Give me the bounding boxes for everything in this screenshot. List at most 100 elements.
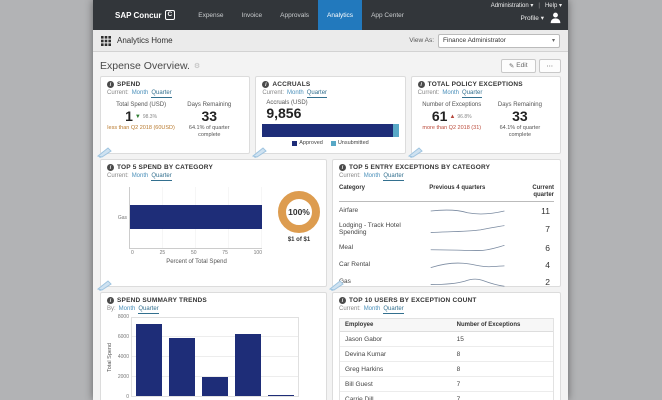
- entry-exceptions-table: Category Previous 4 quarters Current quar…: [339, 185, 554, 290]
- trend-bar[interactable]: [201, 377, 228, 396]
- table-row[interactable]: Devina Kumar 8: [340, 347, 553, 362]
- filter-month[interactable]: Month: [364, 173, 381, 179]
- filter-quarter[interactable]: Quarter: [383, 173, 404, 181]
- by-label: By:: [107, 306, 116, 312]
- table-row[interactable]: Jason Gabor 15: [340, 332, 553, 347]
- menu-divider: |: [538, 2, 540, 9]
- filter-quarter[interactable]: Quarter: [383, 306, 404, 314]
- filter-quarter[interactable]: Quarter: [138, 306, 159, 314]
- exceptions-count-label: Number of Exceptions: [422, 102, 482, 108]
- current-label: Current:: [107, 173, 129, 179]
- view-as-dropdown[interactable]: Finance Administrator ▾: [438, 33, 560, 48]
- accruals-stacked-bar: [262, 124, 399, 137]
- employee-cell: Greg Harkins: [345, 365, 384, 373]
- table-row[interactable]: Carrie Dill 7: [340, 392, 553, 400]
- nav-item-invoice[interactable]: Invoice: [233, 0, 272, 30]
- x-tick: 50: [190, 250, 197, 256]
- panel-title: ACCRUALS: [272, 81, 311, 88]
- chevron-down-icon: ▾: [551, 38, 555, 44]
- info-icon[interactable]: i: [417, 81, 425, 88]
- top-users-panel: i TOP 10 USERS BY EXCEPTION COUNT Curren…: [332, 292, 561, 400]
- info-icon[interactable]: i: [107, 81, 114, 88]
- info-icon[interactable]: i: [339, 297, 346, 304]
- filter-quarter[interactable]: Quarter: [306, 90, 328, 98]
- chevron-down-icon: ▾: [540, 14, 544, 22]
- panel-title: SPEND: [117, 81, 141, 88]
- profile-menu[interactable]: Profile ▾: [520, 14, 544, 22]
- annotation-icon: [407, 147, 423, 158]
- value-cell: 8: [456, 365, 461, 373]
- filter-month[interactable]: Month: [364, 306, 381, 312]
- filter-month[interactable]: Month: [442, 90, 459, 96]
- table-row[interactable]: Car Rental 4: [339, 256, 554, 273]
- ellipsis-icon: ⋯: [546, 62, 554, 70]
- category-bar[interactable]: [130, 205, 262, 229]
- legend-approved: Approved: [299, 140, 323, 146]
- dashboard-content: Expense Overview. ⚙ ✎ Edit ⋯ i SPEND Cur…: [93, 52, 568, 400]
- chevron-down-icon: ▾: [558, 3, 562, 9]
- exceptions-comparison-note: more than Q2 2018 (31): [422, 125, 482, 131]
- trend-bar[interactable]: [135, 323, 162, 396]
- nav-item-expense[interactable]: Expense: [189, 0, 232, 30]
- column-header: Previous 4 quarters: [429, 185, 486, 191]
- table-row[interactable]: Meal 6: [339, 239, 554, 256]
- table-row[interactable]: Lodging - Track Hotel Spending 7: [339, 219, 554, 239]
- administration-menu[interactable]: Administration ▾: [491, 2, 534, 9]
- entry-exceptions-panel: i TOP 5 ENTRY EXCEPTIONS BY CATEGORY Cur…: [328, 159, 561, 291]
- filter-quarter[interactable]: Quarter: [151, 173, 172, 181]
- annotation-icon: [328, 280, 344, 291]
- user-avatar-icon[interactable]: [549, 11, 562, 24]
- accruals-value: 9,856: [266, 105, 302, 121]
- column-header: Employee: [345, 322, 374, 328]
- column-header: Category: [339, 185, 366, 191]
- y-tick: 0: [126, 394, 129, 400]
- help-menu[interactable]: Help ▾: [545, 2, 562, 9]
- exceptions-delta-pct: 96.8%: [457, 113, 472, 120]
- filter-quarter[interactable]: Quarter: [462, 90, 483, 98]
- nav-item-analytics[interactable]: Analytics: [318, 0, 363, 30]
- filter-month[interactable]: Month: [132, 173, 149, 179]
- days-remaining-value: 33: [201, 108, 218, 124]
- total-spend-value: 1: [125, 108, 133, 124]
- category-cell: Lodging - Track Hotel Spending: [339, 221, 401, 237]
- info-icon[interactable]: i: [262, 81, 270, 88]
- info-icon[interactable]: i: [107, 164, 114, 171]
- value-cell: 2: [545, 276, 550, 287]
- view-as-value: Finance Administrator: [443, 37, 506, 44]
- table-row[interactable]: Bill Guest 7: [340, 377, 553, 392]
- nav-item-approvals[interactable]: Approvals: [271, 0, 318, 30]
- table-row[interactable]: Greg Harkins 8: [340, 362, 553, 377]
- info-icon[interactable]: i: [339, 164, 346, 171]
- sap-concur-logo[interactable]: SAP Concur C: [115, 0, 176, 30]
- sparkline: [430, 209, 505, 214]
- x-axis-title: Percent of Total Spend: [166, 259, 227, 265]
- apps-grid-icon[interactable]: [101, 35, 111, 46]
- more-options-button[interactable]: ⋯: [538, 58, 561, 73]
- value-cell: 11: [541, 205, 550, 216]
- panel-title: SPEND SUMMARY TRENDS: [117, 297, 207, 304]
- info-icon[interactable]: i: [107, 297, 114, 304]
- table-row[interactable]: Airfare 11: [339, 202, 554, 219]
- spend-share-donut: 100% $1 of $1: [278, 191, 320, 243]
- nav-item-app-center[interactable]: App Center: [362, 0, 413, 30]
- table-row[interactable]: Gas 2: [339, 273, 554, 290]
- gear-icon[interactable]: ⚙: [194, 62, 200, 70]
- concur-c-badge-icon: C: [164, 10, 176, 20]
- total-spend-label: Total Spend (USD): [116, 102, 167, 108]
- filter-month[interactable]: Month: [132, 90, 149, 96]
- filter-quarter[interactable]: Quarter: [151, 90, 172, 98]
- current-label: Current:: [107, 90, 129, 96]
- trend-bar[interactable]: [268, 395, 295, 396]
- filter-month[interactable]: Month: [119, 306, 136, 312]
- annotation-icon: [252, 147, 268, 158]
- top5-spend-panel: i TOP 5 SPEND BY CATEGORY Current: Month Q…: [96, 159, 327, 291]
- exceptions-count-value: 61: [431, 108, 448, 124]
- edit-button[interactable]: ✎ Edit: [500, 58, 536, 73]
- trend-bar[interactable]: [168, 337, 195, 396]
- quarter-complete-note: 64.1% of quarter complete: [499, 125, 541, 138]
- current-label: Current:: [339, 173, 361, 179]
- employee-cell: Jason Gabor: [345, 335, 383, 343]
- filter-month[interactable]: Month: [287, 90, 304, 96]
- trend-bar[interactable]: [235, 333, 262, 396]
- panel-title: TOP 10 USERS BY EXCEPTION COUNT: [349, 297, 477, 304]
